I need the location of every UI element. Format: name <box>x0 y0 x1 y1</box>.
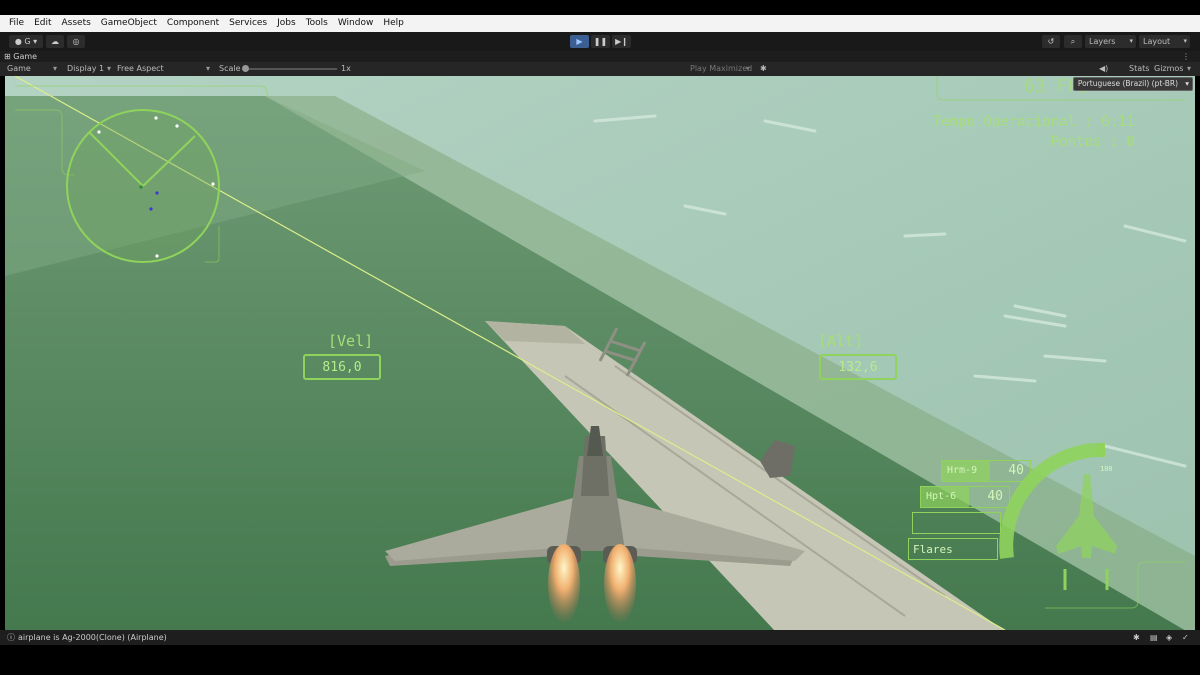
search-icon: ⌕ <box>1070 36 1076 46</box>
menu-window[interactable]: Window <box>333 15 379 32</box>
scale-value: 1x <box>341 64 351 73</box>
scale-slider[interactable] <box>242 65 337 72</box>
scale-slider-handle[interactable] <box>242 65 249 72</box>
operational-time: Tempo Operacional : 0:11 <box>932 114 1135 130</box>
undo-history-button[interactable]: ↺ <box>1042 35 1060 48</box>
display-dropdown[interactable]: Display 1 <box>67 62 104 76</box>
game-scene <box>5 76 1195 630</box>
chevron-down-icon: ▾ <box>30 37 38 46</box>
altitude-label: [Alt] <box>818 332 864 350</box>
menu-file[interactable]: File <box>0 15 29 32</box>
step-button[interactable]: ▶❙ <box>612 35 631 48</box>
flares-slot: Flares <box>908 538 998 560</box>
weapon-1-count: 40 <box>1008 463 1024 478</box>
chevron-down-icon: ▾ <box>206 64 211 73</box>
chevron-down-icon: ▾ <box>746 64 751 73</box>
play-icon: ▶ <box>576 37 583 46</box>
more-options-icon[interactable]: ⋮ <box>1182 51 1190 62</box>
game-tab-icon: ⊞ <box>4 52 14 61</box>
stats-button[interactable]: Stats <box>1129 62 1149 76</box>
menu-help[interactable]: Help <box>378 15 409 32</box>
game-view-toolbar: Game ▾ Display 1 ▾ Free Aspect ▾ Scale 1… <box>0 62 1200 76</box>
console-message[interactable]: airplane is Ag-2000(Clone) (Airplane) <box>18 630 167 645</box>
menu-component[interactable]: Component <box>162 15 224 32</box>
weapon-2-name: Hpt-6 <box>926 491 957 502</box>
play-maximized-toggle[interactable]: Play Maximized <box>690 62 752 76</box>
tab-bar: ⊞ Game ⋮ <box>0 51 1200 62</box>
bug-icon[interactable]: ✱ <box>760 62 767 76</box>
menu-tools[interactable]: Tools <box>301 15 333 32</box>
pause-icon: ❚❚ <box>593 37 608 46</box>
chevron-down-icon: ▾ <box>1187 64 1192 73</box>
play-button[interactable]: ▶ <box>570 35 589 48</box>
weapon-2-count: 40 <box>987 489 1003 504</box>
game-viewport[interactable]: 63 FPS Tempo Operacional : 0:11 Pontos :… <box>5 76 1195 630</box>
throttle-max-label: 100 <box>1100 465 1113 473</box>
shield-icon[interactable]: ◈ <box>1166 630 1172 645</box>
gizmos-dropdown[interactable]: Gizmos <box>1154 62 1183 76</box>
collab-icon: ◎ <box>72 37 80 46</box>
radar-display <box>66 109 220 263</box>
history-icon: ↺ <box>1047 37 1055 46</box>
scale-label: Scale <box>219 64 241 73</box>
info-icon: ⓘ <box>7 633 15 642</box>
search-button[interactable]: ⌕ <box>1064 35 1082 48</box>
language-dropdown[interactable]: Portuguese (Brazil) (pt-BR) <box>1072 77 1193 91</box>
layout-dropdown[interactable]: Layout <box>1139 35 1190 48</box>
account-button[interactable]: ● G ▾ <box>9 35 43 48</box>
altitude-readout: 132,6 <box>819 354 897 380</box>
weapon-1-name: Hrm-9 <box>947 465 978 476</box>
menu-edit[interactable]: Edit <box>29 15 56 32</box>
menu-assets[interactable]: Assets <box>57 15 96 32</box>
status-bar: ⓘ airplane is Ag-2000(Clone) (Airplane) … <box>0 630 1200 645</box>
account-icon: ● <box>14 37 25 46</box>
collab-button[interactable]: ◎ <box>67 35 85 48</box>
network-icon[interactable]: ✱ <box>1133 630 1140 645</box>
velocity-label: [Vel] <box>328 332 374 350</box>
weapon-slot-3 <box>912 512 1001 534</box>
chevron-down-icon: ▾ <box>53 64 58 73</box>
main-toolbar: ● G ▾ ☁ ◎ ▶ ❚❚ ▶❙ ↺ ⌕ Layers Layout <box>0 32 1200 51</box>
points-score: Pontos : 0 <box>1050 134 1135 150</box>
weapon-slot-1: Hrm-9 40 <box>941 460 1031 482</box>
velocity-readout: 816,0 <box>303 354 381 380</box>
step-icon: ▶❙ <box>615 37 628 46</box>
pause-button[interactable]: ❚❚ <box>591 35 610 48</box>
menu-services[interactable]: Services <box>224 15 272 32</box>
menu-bar: File Edit Assets GameObject Component Se… <box>0 15 1200 32</box>
chevron-down-icon: ▾ <box>107 64 112 73</box>
tab-game[interactable]: ⊞ Game <box>4 51 37 62</box>
cloud-button[interactable]: ☁ <box>46 35 64 48</box>
menu-gameobject[interactable]: GameObject <box>96 15 162 32</box>
flares-label: Flares <box>913 543 953 556</box>
layers-icon[interactable]: ▤ <box>1150 630 1158 645</box>
audio-icon[interactable]: ◀) <box>1099 62 1108 76</box>
cloud-icon: ☁ <box>51 37 59 46</box>
check-icon[interactable]: ✓ <box>1182 630 1189 645</box>
aspect-dropdown[interactable]: Free Aspect <box>117 62 164 76</box>
menu-jobs[interactable]: Jobs <box>272 15 301 32</box>
view-mode-dropdown[interactable]: Game <box>7 62 31 76</box>
layers-dropdown[interactable]: Layers <box>1085 35 1136 48</box>
weapon-slot-2: Hpt-6 40 <box>920 486 1010 508</box>
tab-game-label: Game <box>13 52 38 61</box>
